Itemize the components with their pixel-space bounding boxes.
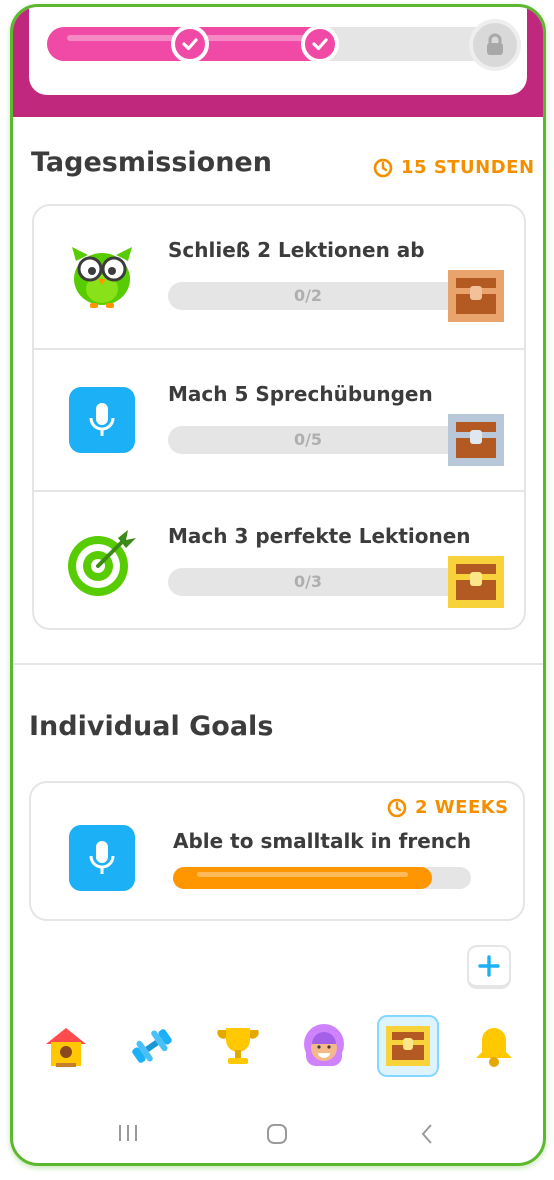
quest-progress-bar: 0/3 bbox=[168, 568, 448, 596]
silver-chest-icon bbox=[448, 414, 504, 466]
lock-icon bbox=[469, 19, 521, 71]
level-progress-card bbox=[29, 7, 527, 95]
bronze-chest-icon bbox=[448, 270, 504, 322]
nav-leaderboard[interactable] bbox=[207, 1015, 269, 1077]
goal-card[interactable]: 2 WEEKS Able to smalltalk in french bbox=[29, 781, 525, 921]
daily-quests-timer: 15 STUNDEN bbox=[373, 157, 535, 178]
microphone-icon bbox=[69, 387, 135, 453]
level-progress-track bbox=[47, 19, 521, 71]
quest-title: Schließ 2 Lektionen ab bbox=[168, 238, 425, 262]
quest-progress-bar: 0/5 bbox=[168, 426, 448, 454]
header-banner bbox=[13, 7, 543, 117]
goal-progress-track bbox=[173, 867, 471, 889]
section-divider bbox=[13, 663, 543, 665]
back-icon[interactable] bbox=[419, 1123, 435, 1149]
nav-notifications[interactable] bbox=[463, 1015, 525, 1077]
target-icon bbox=[64, 524, 140, 600]
checkpoint-check-icon bbox=[171, 25, 209, 63]
trophy-icon bbox=[217, 1028, 259, 1064]
microphone-tile bbox=[69, 825, 135, 891]
dumbbell-icon bbox=[132, 1029, 172, 1063]
timer-text: 15 STUNDEN bbox=[401, 157, 535, 178]
nav-home[interactable] bbox=[35, 1015, 97, 1077]
system-navigation-bar bbox=[13, 1107, 543, 1163]
daily-quests-title: Tagesmissionen bbox=[31, 147, 272, 178]
nav-quests[interactable] bbox=[377, 1015, 439, 1077]
individual-goals-title: Individual Goals bbox=[29, 711, 274, 742]
quest-item[interactable]: Schließ 2 Lektionen ab 0/2 bbox=[34, 206, 524, 348]
nav-practice[interactable] bbox=[121, 1015, 183, 1077]
timer-text: 2 WEEKS bbox=[415, 797, 509, 818]
owl-glasses-icon bbox=[64, 238, 140, 314]
nav-profile[interactable] bbox=[293, 1015, 355, 1077]
quest-progress-text: 0/5 bbox=[293, 430, 323, 449]
home-icon bbox=[46, 1028, 86, 1067]
plus-icon bbox=[478, 955, 500, 977]
quest-progress-bar: 0/2 bbox=[168, 282, 448, 310]
clock-icon bbox=[387, 798, 407, 817]
gold-chest-icon bbox=[448, 556, 504, 608]
goal-title: Able to smalltalk in french bbox=[173, 829, 472, 853]
quest-title: Mach 3 perfekte Lektionen bbox=[168, 524, 471, 548]
microphone-icon bbox=[69, 825, 135, 891]
bottom-nav bbox=[13, 1015, 543, 1085]
bell-icon bbox=[476, 1028, 512, 1067]
home-circle-icon[interactable] bbox=[265, 1123, 289, 1149]
quest-progress-text: 0/2 bbox=[293, 286, 323, 305]
goal-progress-fill bbox=[173, 867, 433, 889]
phone-frame: Tagesmissionen 15 STUNDEN Schließ 2 Lekt… bbox=[10, 4, 546, 1166]
quest-title: Mach 5 Sprechübungen bbox=[168, 382, 433, 406]
quests-chest-icon bbox=[386, 1026, 430, 1066]
profile-icon bbox=[304, 1024, 344, 1066]
microphone-tile bbox=[64, 382, 140, 458]
add-goal-button[interactable] bbox=[467, 945, 511, 989]
daily-quests-card: Schließ 2 Lektionen ab 0/2 Mach 5 Sprech… bbox=[32, 204, 526, 630]
goal-timer: 2 WEEKS bbox=[387, 797, 509, 818]
quest-progress-text: 0/3 bbox=[293, 572, 323, 591]
quest-item[interactable]: Mach 3 perfekte Lektionen 0/3 bbox=[34, 490, 524, 632]
checkpoint-check-icon bbox=[301, 25, 339, 63]
quest-item[interactable]: Mach 5 Sprechübungen 0/5 bbox=[34, 348, 524, 490]
clock-icon bbox=[373, 158, 393, 177]
recent-apps-icon[interactable] bbox=[117, 1123, 139, 1147]
